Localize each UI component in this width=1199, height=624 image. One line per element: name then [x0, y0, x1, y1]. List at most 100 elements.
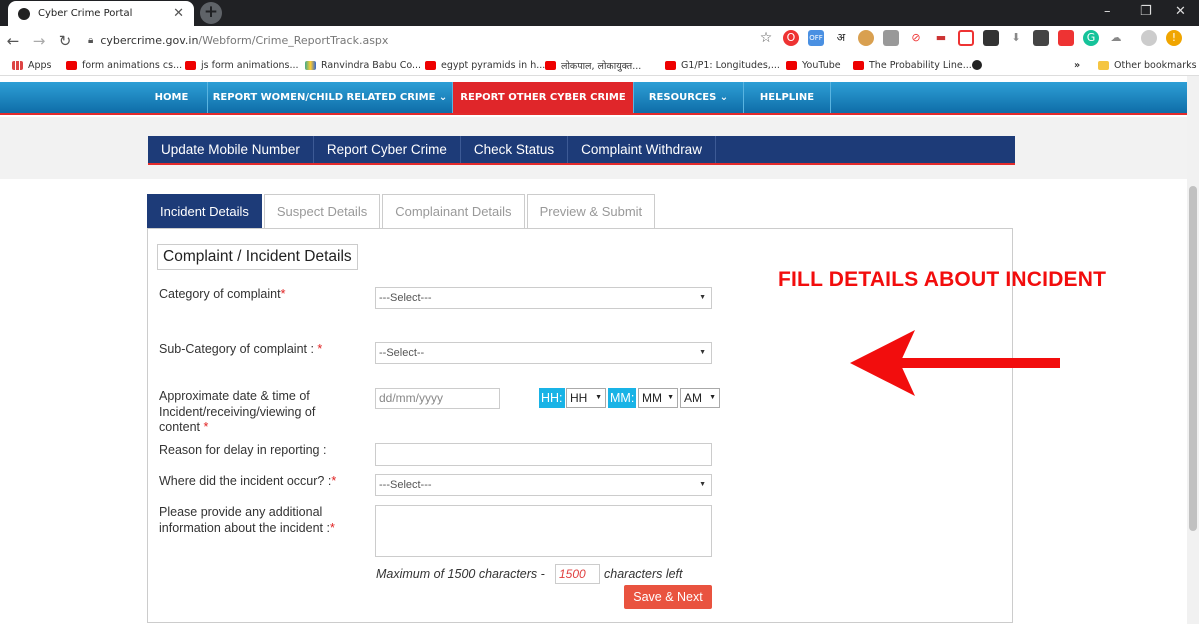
minimize-button[interactable]: – — [1104, 4, 1111, 19]
extension-icon[interactable] — [883, 30, 899, 46]
form-tabs: Incident Details Suspect Details Complai… — [147, 194, 656, 229]
other-bookmarks[interactable]: Other bookmarks — [1098, 60, 1197, 71]
forward-arrow-icon[interactable]: → — [26, 32, 52, 50]
bookmark-item[interactable]: लोकपाल, लोकायुक्त... — [545, 59, 641, 72]
hh-chip: HH: — [539, 388, 565, 408]
update-icon[interactable]: ! — [1166, 30, 1182, 46]
tab-preview-submit[interactable]: Preview & Submit — [526, 194, 656, 229]
delay-reason-input[interactable] — [375, 443, 712, 466]
cookie-icon[interactable] — [858, 30, 874, 46]
category-label: Category of complaint* — [159, 287, 286, 301]
url-domain: cybercrime.gov.in — [100, 34, 199, 47]
page-content: HOME REPORT WOMEN/CHILD RELATED CRIME ⌄ … — [0, 76, 1187, 624]
bookmarks-overflow-button[interactable]: » — [1074, 60, 1080, 71]
subcategory-select[interactable]: --Select-- ▼ — [375, 342, 712, 364]
chevron-down-icon: ▼ — [699, 481, 706, 488]
where-label: Where did the incident occur? :* — [159, 474, 337, 488]
bookmark-item[interactable]: G1/P1: Longitudes,... — [665, 60, 780, 71]
category-select[interactable]: ---Select--- ▼ — [375, 287, 712, 309]
youtube-icon — [66, 60, 77, 70]
characters-counter: 1500 — [555, 564, 600, 584]
nav-report-other-cyber-crime[interactable]: REPORT OTHER CYBER CRIME — [453, 82, 634, 113]
lock-icon: 🔒︎ — [88, 35, 94, 46]
chevron-down-icon: ▼ — [667, 394, 674, 401]
subnav-complaint-withdraw[interactable]: Complaint Withdraw — [568, 136, 716, 163]
bookmark-item[interactable]: YouTube — [786, 60, 841, 71]
shield-extension-icon[interactable] — [1033, 30, 1049, 46]
chevron-down-icon: ▼ — [699, 294, 706, 301]
cloud-icon[interactable]: ☁ — [1108, 30, 1124, 46]
form-legend: Complaint / Incident Details — [157, 244, 358, 270]
tab-complainant-details[interactable]: Complainant Details — [382, 194, 525, 229]
chevron-down-icon: ▼ — [699, 349, 706, 356]
annotation-text: FILL DETAILS ABOUT INCIDENT — [778, 268, 1107, 291]
drive-icon — [305, 60, 316, 70]
bookmark-item[interactable]: form animations cs... — [66, 60, 182, 71]
scrollbar-thumb[interactable] — [1189, 186, 1197, 531]
bookmark-item[interactable]: The Probability Line... — [853, 60, 972, 71]
sub-nav: Update Mobile Number Report Cyber Crime … — [148, 136, 1015, 165]
delay-label: Reason for delay in reporting : — [159, 443, 327, 457]
characters-left-text: characters left — [604, 567, 683, 581]
nav-home[interactable]: HOME — [136, 82, 208, 113]
back-arrow-icon[interactable]: ← — [0, 32, 26, 50]
tab-title: Cyber Crime Portal — [38, 8, 133, 19]
youtube-icon — [786, 60, 797, 70]
close-window-button[interactable]: ✕ — [1175, 4, 1186, 19]
url-bar[interactable]: 🔒︎ cybercrime.gov.in/Webform/Crime_Repor… — [88, 29, 778, 52]
youtube-icon — [853, 60, 864, 70]
extensions-bar: ☆ O OFF अ ⊘ ▬ ⬇ G ☁ ! — [758, 30, 1182, 46]
new-tab-button[interactable]: + — [200, 2, 222, 24]
where-select[interactable]: ---Select--- ▼ — [375, 474, 712, 496]
hindi-icon[interactable]: अ — [833, 30, 849, 46]
address-bar-row: ← → ↻ 🔒︎ cybercrime.gov.in/Webform/Crime… — [0, 26, 1199, 55]
maximize-button[interactable]: ❐ — [1140, 4, 1152, 19]
nav-resources[interactable]: RESOURCES ⌄ — [634, 82, 744, 113]
bookmark-item[interactable]: Ranvindra Babu Co... — [305, 60, 421, 71]
minute-select[interactable]: MM ▼ — [638, 388, 678, 408]
reload-icon[interactable]: ↻ — [52, 32, 78, 50]
chevron-down-icon: ▼ — [595, 394, 602, 401]
apps-grid-icon — [12, 60, 23, 70]
star-icon[interactable]: ☆ — [758, 30, 774, 46]
url-path: /Webform/Crime_ReportTrack.aspx — [198, 34, 389, 47]
tab-suspect-details[interactable]: Suspect Details — [263, 194, 381, 229]
bookmark-item[interactable]: egypt pyramids in h... — [425, 60, 545, 71]
pocket-icon[interactable] — [958, 30, 974, 46]
additional-info-textarea[interactable] — [375, 505, 712, 557]
subnav-update-mobile[interactable]: Update Mobile Number — [148, 136, 314, 163]
download-icon[interactable]: ⬇ — [1008, 30, 1024, 46]
youtube-icon — [665, 60, 676, 70]
hour-select[interactable]: HH ▼ — [566, 388, 606, 408]
off-extension-icon[interactable]: OFF — [808, 30, 824, 46]
close-tab-icon[interactable]: ✕ — [173, 6, 184, 21]
block-icon[interactable]: ⊘ — [908, 30, 924, 46]
train-icon[interactable]: ▬ — [933, 30, 949, 46]
youtube-icon — [545, 60, 556, 70]
ampm-select[interactable]: AM ▼ — [680, 388, 720, 408]
grammarly-icon[interactable]: G — [1083, 30, 1099, 46]
tab-incident-details[interactable]: Incident Details — [147, 194, 262, 229]
additional-info-label: Please provide any additional informatio… — [159, 505, 335, 535]
date-input[interactable]: dd/mm/yyyy — [375, 388, 500, 409]
bookmark-globe[interactable] — [972, 60, 982, 70]
avatar[interactable] — [1141, 30, 1157, 46]
video-icon[interactable] — [1058, 30, 1074, 46]
subnav-report-cyber-crime[interactable]: Report Cyber Crime — [314, 136, 461, 163]
main-nav: HOME REPORT WOMEN/CHILD RELATED CRIME ⌄ … — [0, 82, 1187, 115]
subnav-check-status[interactable]: Check Status — [461, 136, 569, 163]
opera-icon[interactable]: O — [783, 30, 799, 46]
bookmark-item[interactable]: js form animations... — [185, 60, 299, 71]
page-scrollbar[interactable] — [1187, 76, 1199, 624]
nav-report-women-child[interactable]: REPORT WOMEN/CHILD RELATED CRIME ⌄ — [208, 82, 453, 113]
cube-icon[interactable] — [983, 30, 999, 46]
browser-tab-bar: Cyber Crime Portal ✕ + – ❐ ✕ — [0, 0, 1199, 26]
chevron-down-icon: ▼ — [709, 394, 716, 401]
bookmark-apps[interactable]: Apps — [12, 60, 52, 71]
nav-helpline[interactable]: HELPLINE — [744, 82, 831, 113]
mm-chip: MM: — [608, 388, 637, 408]
subcategory-label: Sub-Category of complaint : * — [159, 342, 323, 356]
save-next-button[interactable]: Save & Next — [624, 585, 712, 609]
datetime-label: Approximate date & time of Incident/rece… — [159, 389, 316, 434]
browser-tab[interactable]: Cyber Crime Portal ✕ — [8, 1, 194, 26]
